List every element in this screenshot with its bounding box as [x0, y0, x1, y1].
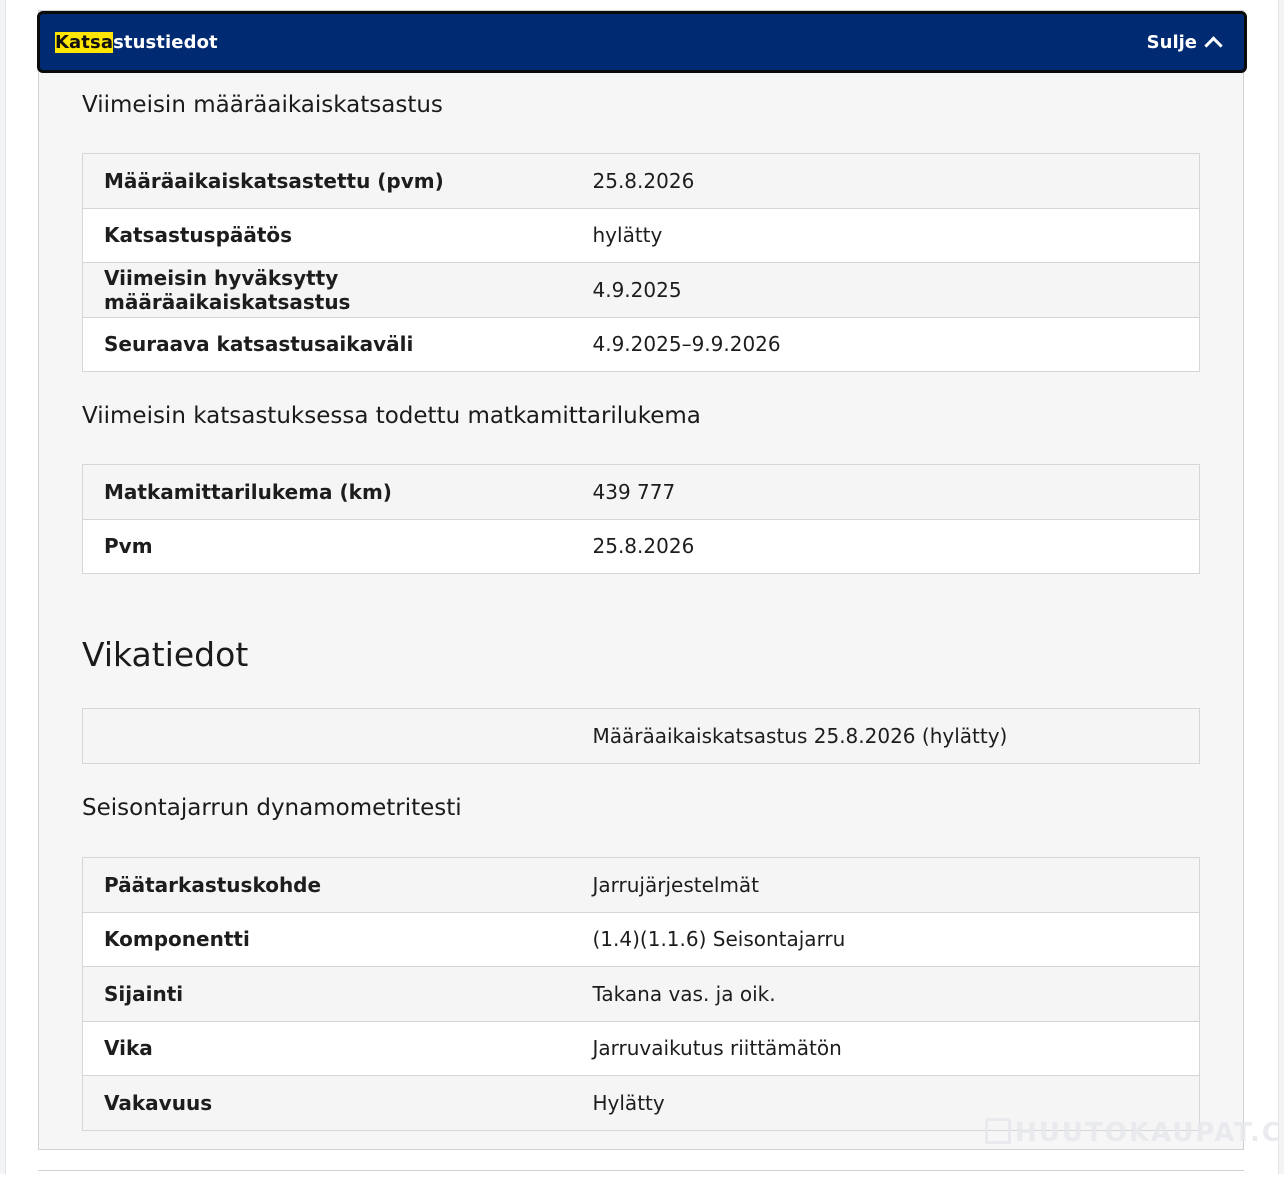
row-key: Katsastuspäätös [82, 207, 571, 263]
accordion-title: Katsastustiedot [55, 31, 218, 53]
row-key: Vika [82, 1020, 571, 1076]
latest-inspection-heading: Viimeisin määräaikaiskatsastus [82, 92, 443, 118]
table-row: Komponentti (1.4)(1.1.6) Seisontajarru [82, 911, 1200, 967]
page-left-edge [0, 0, 6, 1174]
faults-heading: Vikatiedot [82, 635, 249, 674]
next-accordion-edge [38, 1170, 1244, 1180]
site-watermark: HUUTOKAUPAT.CO [985, 1118, 1284, 1148]
odometer-table: Matkamittarilukema (km) 439 777 Pvm 25.8… [82, 464, 1200, 574]
row-value: 4.9.2025 [570, 262, 1200, 318]
accordion-title-rest: stustiedot [113, 31, 218, 53]
row-value: hylätty [570, 207, 1200, 263]
row-value: Jarruvaikutus riittämätön [570, 1020, 1200, 1076]
table-row: Määräaikaiskatsastettu (pvm) 25.8.2026 [82, 153, 1200, 209]
accordion-header[interactable]: Katsastustiedot Sulje [37, 11, 1247, 73]
latest-inspection-table: Määräaikaiskatsastettu (pvm) 25.8.2026 K… [82, 153, 1200, 372]
row-value: Jarrujärjestelmät [570, 857, 1200, 913]
fault-test-heading: Seisontajarrun dynamometritesti [82, 795, 462, 821]
row-key: Sijainti [82, 966, 571, 1022]
page-right-edge [1278, 0, 1284, 1174]
row-value: 25.8.2026 [570, 153, 1200, 209]
row-value: 439 777 [570, 464, 1200, 520]
close-label: Sulje [1146, 31, 1197, 53]
gavel-icon [985, 1118, 1011, 1144]
close-accordion-button[interactable]: Sulje [1146, 31, 1223, 55]
table-row: Katsastuspäätös hylätty [82, 207, 1200, 263]
table-row: Pvm 25.8.2026 [82, 518, 1200, 574]
row-key [82, 708, 571, 764]
table-row: Määräaikaiskatsastus 25.8.2026 (hylätty) [82, 708, 1200, 764]
row-value: 25.8.2026 [570, 518, 1200, 574]
table-row: Päätarkastuskohde Jarrujärjestelmät [82, 857, 1200, 913]
row-value: Takana vas. ja oik. [570, 966, 1200, 1022]
row-key: Vakavuus [82, 1075, 571, 1131]
table-row: Sijainti Takana vas. ja oik. [82, 966, 1200, 1022]
row-key: Viimeisin hyväksytty määräaikaiskatsastu… [82, 262, 571, 318]
table-row: Matkamittarilukema (km) 439 777 [82, 464, 1200, 520]
table-row: Vika Jarruvaikutus riittämätön [82, 1020, 1200, 1076]
search-highlight: Katsa [55, 31, 114, 53]
fault-summary-table: Määräaikaiskatsastus 25.8.2026 (hylätty) [82, 708, 1200, 764]
watermark-text: HUUTOKAUPAT.CO [1015, 1118, 1284, 1148]
row-key: Komponentti [82, 911, 571, 967]
row-key: Pvm [82, 518, 571, 574]
row-value: 4.9.2025–9.9.2026 [570, 316, 1200, 372]
chevron-up-icon [1204, 36, 1223, 55]
row-value: (1.4)(1.1.6) Seisontajarru [570, 911, 1200, 967]
table-row: Seuraava katsastusaikaväli 4.9.2025–9.9.… [82, 316, 1200, 372]
table-row: Viimeisin hyväksytty määräaikaiskatsastu… [82, 262, 1200, 318]
row-key: Päätarkastuskohde [82, 857, 571, 913]
row-key: Määräaikaiskatsastettu (pvm) [82, 153, 571, 209]
row-value: Määräaikaiskatsastus 25.8.2026 (hylätty) [570, 708, 1200, 764]
odometer-heading: Viimeisin katsastuksessa todettu matkami… [82, 403, 701, 429]
row-key: Seuraava katsastusaikaväli [82, 316, 571, 372]
inspection-accordion: Katsastustiedot Sulje Viimeisin määräaik… [37, 10, 1247, 1150]
row-key: Matkamittarilukema (km) [82, 464, 571, 520]
fault-detail-table: Päätarkastuskohde Jarrujärjestelmät Komp… [82, 857, 1200, 1131]
